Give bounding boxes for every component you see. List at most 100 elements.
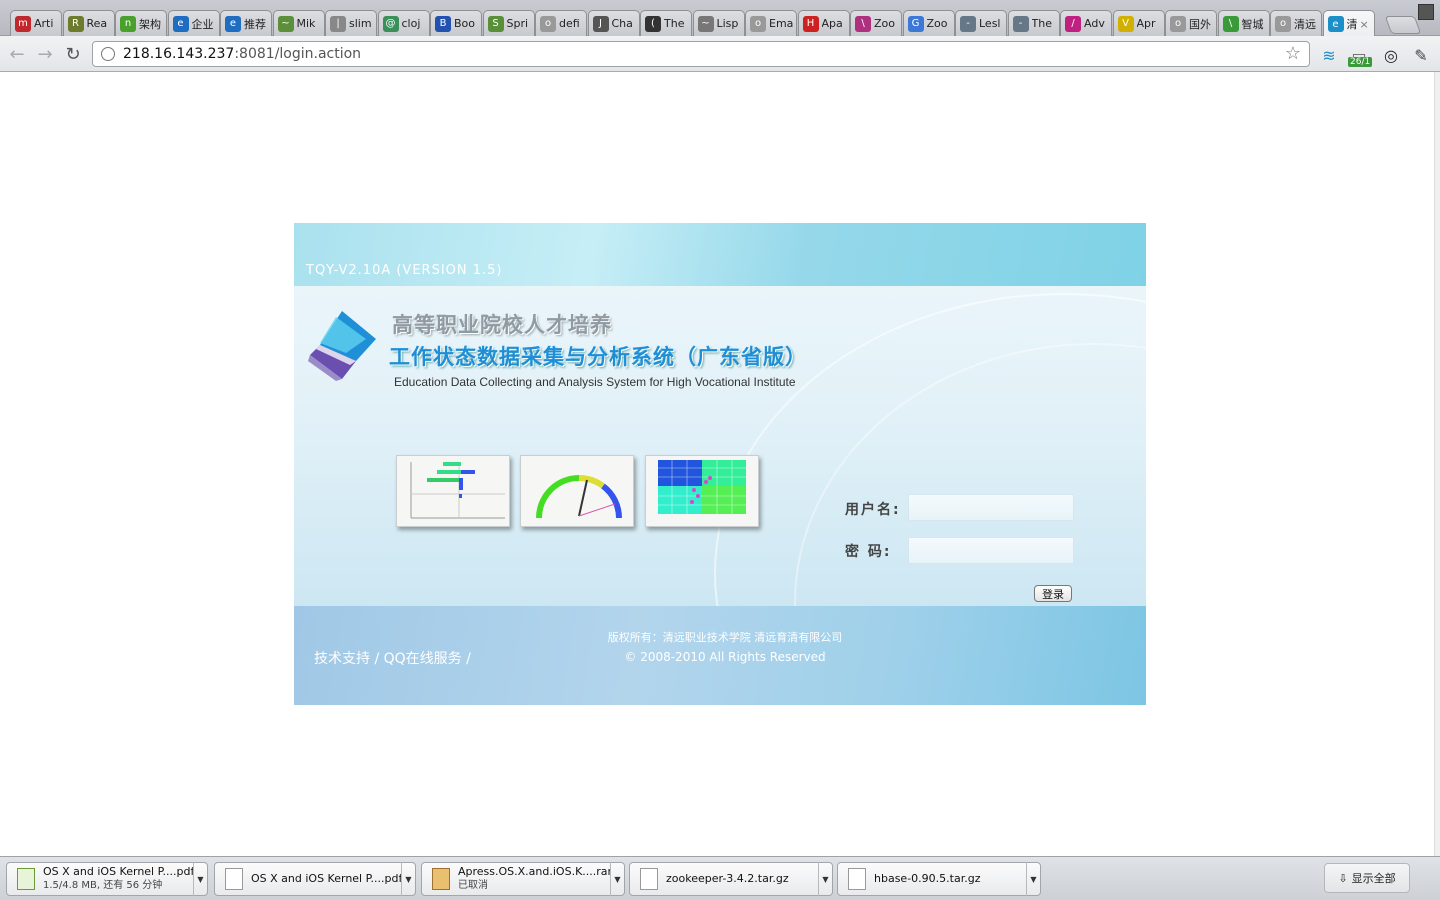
tab-favicon-icon: - [960, 15, 976, 32]
browser-tab[interactable]: \ 智城 [1217, 10, 1270, 36]
browser-tab[interactable]: m Arti [10, 10, 62, 36]
new-tab-button[interactable] [1384, 16, 1422, 34]
tab-title: Boo [454, 17, 476, 30]
globe-icon [101, 47, 115, 61]
copyright-notice: © 2008-2010 All Rights Reserved [624, 650, 826, 664]
bookmark-star-icon[interactable]: ☆ [1285, 43, 1301, 64]
tab-favicon-icon: \ [855, 15, 871, 32]
tab-title: Arti [34, 17, 54, 30]
download-item[interactable]: OS X and iOS Kernel P....pdf 1.5/4.8 MB,… [6, 862, 208, 896]
page-scrollbar[interactable] [1434, 72, 1440, 856]
username-label: 用户名: [845, 502, 901, 518]
system-title-line1: 高等职业院校人才培养 [392, 313, 612, 337]
tab-title: Lisp [716, 17, 739, 30]
copyright-owner: 版权所有：清远职业技术学院 清远育清有限公司 [607, 631, 843, 644]
browser-tab[interactable]: (The [640, 10, 692, 36]
download-filename: Apress.OS.X.and.iOS.K....rar [458, 865, 610, 878]
tab-favicon-icon: e [1327, 16, 1344, 32]
browser-tab[interactable]: e 企业 [167, 10, 220, 36]
browser-tab[interactable]: S Spri [482, 10, 535, 36]
browser-tab[interactable]: o Ema [745, 10, 797, 36]
download-menu-arrow[interactable]: ▼ [1026, 862, 1040, 896]
tab-title: slim [349, 17, 372, 30]
browser-tab[interactable]: o 国外 [1165, 10, 1217, 36]
url-path: :8081/login.action [234, 46, 362, 62]
tab-favicon-icon: G [907, 15, 924, 32]
browser-tab[interactable]: H Apa [797, 10, 850, 36]
tab-title: 架构 [139, 17, 161, 31]
back-button[interactable]: ← [6, 43, 28, 65]
tab-favicon-icon: ( [645, 15, 661, 32]
download-item[interactable]: OS X and iOS Kernel P....pdf ▼ [214, 862, 416, 896]
browser-tab[interactable]: - Lesl [955, 10, 1007, 36]
browser-tab[interactable]: o 清远 [1270, 10, 1322, 36]
browser-tab[interactable]: ~ Mik [272, 10, 325, 36]
pdf-icon [225, 868, 243, 890]
url-host: 218.16.143.237 [123, 46, 235, 62]
browser-tab[interactable]: | slim [325, 10, 377, 36]
browser-tab[interactable]: J Cha [587, 10, 640, 36]
wrench-icon[interactable]: ✎ [1410, 44, 1432, 66]
tab-favicon-icon: S [487, 15, 504, 32]
system-title-line2: 工作状态数据采集与分析系统（广东省版） [389, 345, 807, 369]
show-all-downloads-button[interactable]: ⇩ 显示全部 [1324, 863, 1410, 893]
download-menu-arrow[interactable]: ▼ [818, 862, 832, 896]
tab-favicon-icon: ~ [277, 15, 294, 32]
browser-tab[interactable]: o defi [535, 10, 587, 36]
address-bar[interactable]: 218.16.143.237 :8081/login.action ☆ [92, 41, 1310, 67]
login-button[interactable]: 登录 [1034, 585, 1072, 602]
password-input[interactable] [908, 537, 1074, 564]
tab-favicon-icon: R [67, 15, 84, 32]
window-button[interactable] [1418, 4, 1434, 20]
tab-title: Cha [611, 17, 633, 30]
browser-tab[interactable]: \ Zoo [850, 10, 902, 36]
browser-tab[interactable]: / Adv [1060, 10, 1112, 36]
browser-tab[interactable]: ~ Lisp [692, 10, 745, 36]
browser-tab[interactable]: B Boo [430, 10, 482, 36]
browser-tab[interactable]: R Rea [62, 10, 115, 36]
download-item[interactable]: Apress.OS.X.and.iOS.K....rar 已取消 ▼ [421, 862, 625, 896]
download-filename: OS X and iOS Kernel P....pdf [43, 865, 193, 878]
browser-tab[interactable]: @ cloj [377, 10, 430, 36]
forward-button[interactable]: → [34, 43, 56, 65]
download-menu-arrow[interactable]: ▼ [193, 862, 207, 896]
swirl-extension-icon[interactable]: ◎ [1380, 44, 1402, 66]
browser-tab[interactable]: V Apr [1112, 10, 1165, 36]
pdf-progress-icon [17, 868, 35, 890]
tab-title: Adv [1084, 17, 1105, 30]
download-menu-arrow[interactable]: ▼ [610, 862, 624, 896]
tab-title: 企业 [191, 17, 214, 31]
download-item[interactable]: zookeeper-3.4.2.tar.gz ▼ [629, 862, 833, 896]
browser-tab[interactable]: n 架构 [115, 10, 167, 36]
tab-title: Mik [296, 17, 316, 30]
wifi-extension-icon[interactable]: ≋ [1318, 44, 1340, 66]
gauge-chart-thumbnail [520, 455, 634, 527]
tab-title: cloj [401, 17, 421, 30]
tab-favicon-icon: o [750, 15, 766, 32]
browser-tab[interactable]: e 清 × [1322, 10, 1375, 37]
tab-title: 推荐 [244, 17, 266, 31]
download-item[interactable]: hbase-0.90.5.tar.gz ▼ [837, 862, 1041, 896]
tab-close-icon[interactable]: × [1360, 18, 1369, 31]
tab-title: Apa [821, 17, 843, 30]
browser-tab[interactable]: e 推荐 [220, 10, 272, 36]
browser-tab[interactable]: - The [1007, 10, 1060, 36]
tab-title: 清远 [1294, 17, 1316, 31]
extension-badge: 26/1 [1348, 57, 1373, 67]
browser-tab[interactable]: G Zoo [902, 10, 955, 36]
tab-favicon-icon: o [540, 15, 556, 32]
username-input[interactable] [908, 494, 1074, 521]
tab-favicon-icon: B [435, 15, 451, 32]
download-filename: OS X and iOS Kernel P....pdf [251, 872, 401, 885]
system-logo-icon [308, 311, 376, 381]
tab-title: Apr [1136, 17, 1156, 30]
version-label: TQY-V2.10A (VERSION 1.5) [306, 263, 503, 278]
tab-favicon-icon: ~ [697, 15, 714, 32]
tab-favicon-icon: H [802, 15, 819, 32]
reload-button[interactable]: ↻ [62, 43, 84, 65]
file-icon [848, 868, 866, 890]
browser-toolbar: ← → ↻ 218.16.143.237 :8081/login.action … [0, 36, 1440, 72]
tab-favicon-icon: o [1170, 15, 1186, 32]
download-menu-arrow[interactable]: ▼ [401, 862, 415, 896]
tab-strip: e 清 × o 清远 \ 智城 o 国外 V Apr / Adv - The - Lesl G Zoo \ Zoo H Ap… [0, 0, 1440, 37]
